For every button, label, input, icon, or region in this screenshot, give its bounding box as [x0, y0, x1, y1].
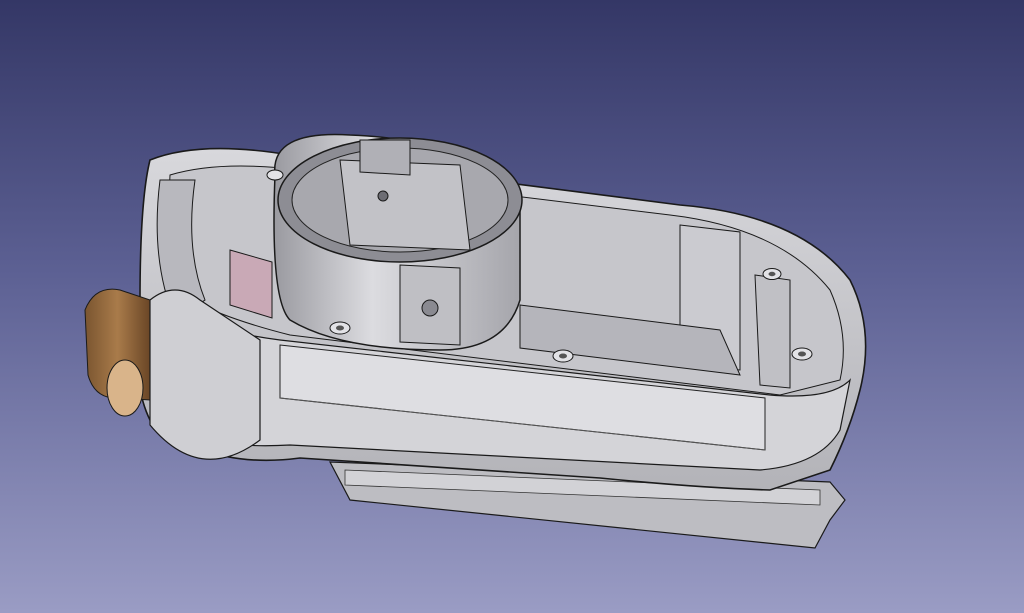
right-post [754, 274, 791, 389]
cad-model-scene[interactable] [0, 0, 1024, 613]
cylindrical-housing [273, 133, 523, 351]
3d-viewport[interactable] [0, 0, 1024, 613]
battery-roll [84, 288, 151, 417]
